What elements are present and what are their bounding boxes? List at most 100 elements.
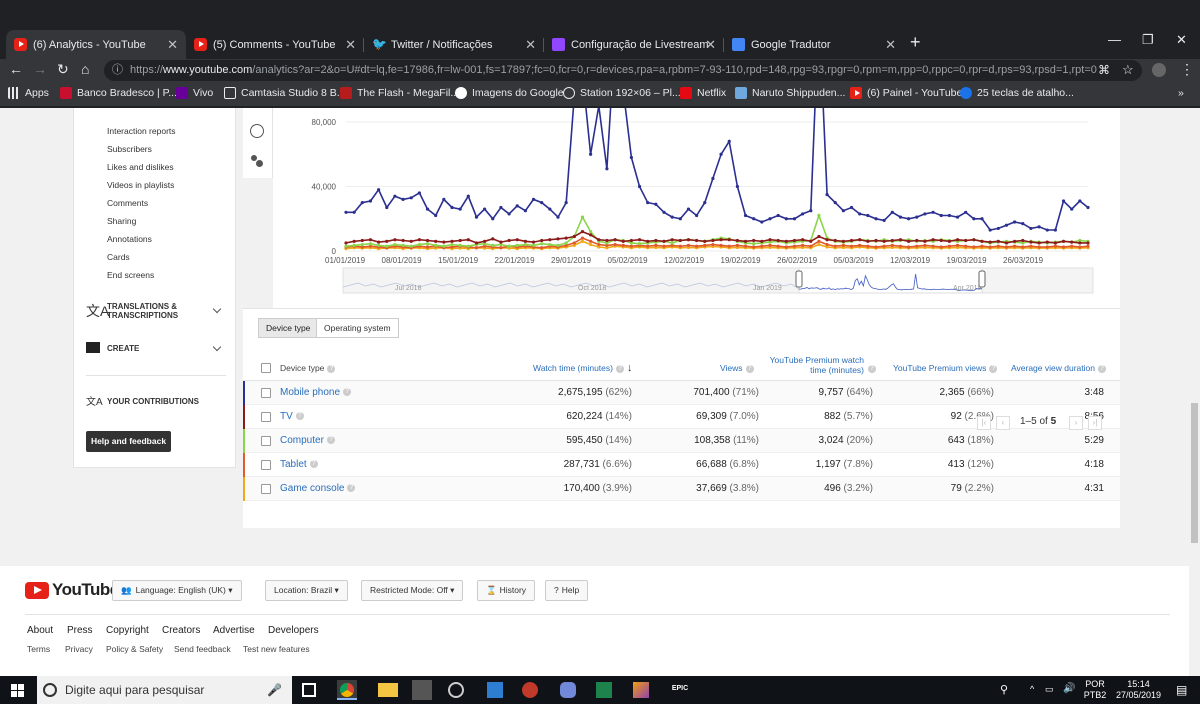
- footer-link-test-features[interactable]: Test new features: [243, 644, 310, 654]
- footer-link-about[interactable]: About: [27, 625, 53, 636]
- select-all-checkbox[interactable]: [261, 363, 271, 373]
- restricted-mode-button[interactable]: Restricted Mode: Off ▾: [361, 580, 464, 601]
- tab-comments[interactable]: (5) Comments - YouTube ✕: [186, 30, 364, 59]
- footer-link-press[interactable]: Press: [67, 625, 93, 636]
- back-icon[interactable]: ←: [9, 61, 23, 77]
- menu-icon[interactable]: ⋮: [1180, 61, 1194, 78]
- address-bar[interactable]: ⓘ https://www.youtube.com/analytics?ar=2…: [104, 60, 1142, 81]
- header-device-type[interactable]: Device type?: [280, 363, 336, 373]
- header-views[interactable]: Views?: [720, 363, 754, 373]
- bookmark-star-icon[interactable]: ☆: [1122, 62, 1134, 78]
- color-app-icon[interactable]: [633, 682, 649, 698]
- sidebar-item-cards[interactable]: Cards: [107, 252, 130, 262]
- input-language[interactable]: POR PTB2: [1083, 679, 1107, 701]
- bookmark-naruto[interactable]: Naruto Shippuden...: [735, 87, 845, 99]
- sidebar-item-likes[interactable]: Likes and dislikes: [107, 162, 174, 172]
- row-checkbox[interactable]: [261, 412, 271, 422]
- task-view-icon[interactable]: [302, 683, 316, 697]
- bookmark-netflix[interactable]: Netflix: [680, 87, 726, 99]
- table-row[interactable]: Game console? 170,400 (3.9%) 37,669 (3.8%)…: [243, 477, 1120, 501]
- file-explorer-icon[interactable]: [378, 683, 398, 697]
- tab-livestream[interactable]: Configuração de Livestream - Ni ✕: [544, 30, 724, 59]
- row-checkbox[interactable]: [261, 436, 271, 446]
- sidebar-item-subscribers[interactable]: Subscribers: [107, 144, 152, 154]
- language-button[interactable]: 👥 Language: English (UK) ▾: [112, 580, 242, 601]
- taskbar-search-input[interactable]: Digite aqui para pesquisar 🎤: [37, 676, 292, 704]
- row-device-name[interactable]: Tablet?: [280, 459, 318, 470]
- steam-icon[interactable]: [448, 682, 464, 698]
- tab-twitter[interactable]: 🐦 Twitter / Notificações ✕: [364, 30, 544, 59]
- sidebar-create[interactable]: CREATE: [107, 344, 139, 353]
- location-button[interactable]: Location: Brazil ▾: [265, 580, 348, 601]
- bookmark-google-images[interactable]: Imagens do Google: [455, 87, 564, 99]
- windows-start-icon[interactable]: [11, 684, 24, 697]
- table-row[interactable]: Tablet? 287,731 (6.6%) 66,688 (6.8%) 1,197 …: [243, 453, 1120, 477]
- row-checkbox[interactable]: [261, 484, 271, 494]
- discord-icon[interactable]: [560, 682, 576, 698]
- close-icon[interactable]: ✕: [885, 37, 896, 53]
- header-avg-duration[interactable]: Average view duration?: [1011, 363, 1106, 373]
- bookmark-station[interactable]: Station 192×06 – Pl...: [563, 87, 681, 99]
- sidebar-item-playlists[interactable]: Videos in playlists: [107, 180, 174, 190]
- new-tab-button[interactable]: +: [910, 32, 921, 53]
- store-icon[interactable]: [412, 680, 432, 700]
- footer-link-copyright[interactable]: Copyright: [106, 625, 149, 636]
- bubble-chart-icon[interactable]: [251, 155, 264, 168]
- footer-link-terms[interactable]: Terms: [27, 644, 50, 654]
- notifications-icon[interactable]: ▤: [1176, 683, 1187, 697]
- obs-icon[interactable]: [522, 682, 538, 698]
- more-bookmarks-icon[interactable]: »: [1178, 87, 1184, 99]
- chrome-taskbar-icon[interactable]: [337, 680, 357, 700]
- youtube-logo-icon[interactable]: [25, 582, 49, 599]
- first-page-button[interactable]: |‹: [977, 416, 991, 430]
- table-row[interactable]: Computer? 595,450 (14%) 108,358 (11%) 3,024…: [243, 429, 1120, 453]
- header-premium-views[interactable]: YouTube Premium views?: [893, 363, 998, 373]
- bookmark-camtasia[interactable]: Camtasia Studio 8 B...: [224, 87, 345, 99]
- bookmark-teclas[interactable]: 25 teclas de atalho...: [960, 87, 1074, 99]
- clock[interactable]: 15:14 27/05/2019: [1116, 679, 1161, 701]
- profile-avatar[interactable]: [1152, 63, 1166, 77]
- microphone-icon[interactable]: 🎤: [267, 676, 282, 704]
- people-tray-icon[interactable]: ⚲: [1000, 683, 1008, 696]
- footer-link-policy[interactable]: Policy & Safety: [106, 644, 163, 654]
- footer-link-privacy[interactable]: Privacy: [65, 644, 93, 654]
- sidebar-item-end-screens[interactable]: End screens: [107, 270, 154, 280]
- bookmark-flash[interactable]: The Flash - MegaFil...: [340, 87, 459, 99]
- reload-icon[interactable]: ↻: [57, 61, 69, 78]
- row-device-name[interactable]: Game console?: [280, 483, 356, 494]
- bookmark-bradesco[interactable]: Banco Bradesco | P...: [60, 87, 177, 99]
- toggle-device-type[interactable]: Device type: [258, 318, 319, 338]
- footer-link-feedback[interactable]: Send feedback: [174, 644, 231, 654]
- toggle-operating-system[interactable]: Operating system: [316, 318, 399, 338]
- network-icon[interactable]: ▭: [1045, 684, 1054, 695]
- row-device-name[interactable]: TV?: [280, 411, 304, 422]
- tab-analytics[interactable]: (6) Analytics - YouTube ✕: [6, 30, 186, 59]
- row-checkbox[interactable]: [261, 460, 271, 470]
- app-icon[interactable]: [487, 682, 503, 698]
- translate-page-icon[interactable]: ⌘: [1098, 63, 1110, 77]
- close-icon[interactable]: ✕: [705, 37, 716, 53]
- help-feedback-button[interactable]: Help and feedback: [86, 431, 171, 452]
- sidebar-item-sharing[interactable]: Sharing: [107, 216, 136, 226]
- chevron-down-icon[interactable]: [212, 304, 222, 314]
- home-icon[interactable]: ⌂: [81, 61, 89, 77]
- prev-page-button[interactable]: ‹: [996, 416, 1010, 430]
- restore-icon[interactable]: ❐: [1142, 32, 1154, 48]
- sidebar-contributions[interactable]: YOUR CONTRIBUTIONS: [107, 397, 199, 406]
- sidebar-item-annotations[interactable]: Annotations: [107, 234, 152, 244]
- close-icon[interactable]: ✕: [525, 37, 536, 53]
- globe-icon[interactable]: [250, 124, 264, 138]
- timeline-drag-handle[interactable]: [795, 270, 803, 288]
- row-device-name[interactable]: Computer?: [280, 435, 335, 446]
- chevron-down-icon[interactable]: [212, 342, 222, 352]
- footer-link-creators[interactable]: Creators: [162, 625, 200, 636]
- next-page-button[interactable]: ›: [1069, 416, 1083, 430]
- youtube-logo-text[interactable]: YouTube: [52, 580, 119, 600]
- epic-games-icon[interactable]: EPIC: [670, 685, 690, 692]
- header-watch-time[interactable]: Watch time (minutes)? ↓: [533, 363, 632, 374]
- sidebar-item-interaction-reports[interactable]: Interaction reports: [107, 126, 176, 136]
- row-device-name[interactable]: Mobile phone?: [280, 387, 352, 398]
- sidebar-translations[interactable]: TRANSLATIONS & TRANSCRIPTIONS: [107, 302, 202, 320]
- row-checkbox[interactable]: [261, 388, 271, 398]
- table-row[interactable]: Mobile phone? 2,675,195 (62%) 701,400 (71%…: [243, 381, 1120, 405]
